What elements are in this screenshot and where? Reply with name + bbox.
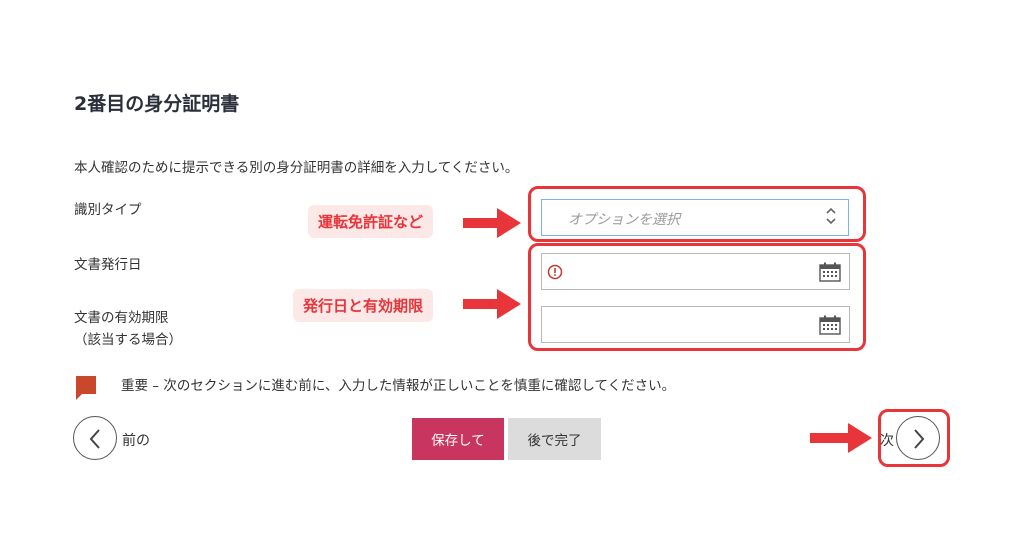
expiry-date-label-line2: （該当する場合） xyxy=(74,332,182,348)
chevron-left-icon xyxy=(89,429,100,449)
chevron-right-icon xyxy=(914,429,925,449)
arrow-right-icon xyxy=(810,423,872,453)
highlight-box-dates xyxy=(528,243,866,351)
id-type-label: 識別タイプ xyxy=(74,202,142,218)
prev-label[interactable]: 前の xyxy=(122,430,150,450)
save-button[interactable]: 保存して xyxy=(412,418,504,460)
flag-icon xyxy=(76,376,96,400)
arrow-right-icon xyxy=(463,208,521,238)
finish-later-button[interactable]: 後で完了 xyxy=(508,418,601,460)
callout-id-type: 運転免許証など xyxy=(308,205,434,238)
callout-dates: 発行日と有効期限 xyxy=(293,289,434,322)
expiry-date-label: 文書の有効期限 （該当する場合） xyxy=(74,307,182,351)
important-notice: 重要 – 次のセクションに進む前に、入力した情報が正しいことを慎重に確認してくだ… xyxy=(121,378,676,394)
next-label[interactable]: 次 xyxy=(880,430,894,450)
issue-date-label: 文書発行日 xyxy=(74,257,142,273)
intro-text: 本人確認のために提示できる別の身分証明書の詳細を入力してください。 xyxy=(74,160,519,176)
arrow-right-icon xyxy=(463,289,521,319)
prev-button[interactable] xyxy=(73,416,117,460)
highlight-box-id-type xyxy=(528,186,866,242)
expiry-date-label-line1: 文書の有効期限 xyxy=(74,310,169,326)
page-title: 2番目の身分証明書 xyxy=(74,93,240,115)
next-button[interactable] xyxy=(896,416,940,460)
